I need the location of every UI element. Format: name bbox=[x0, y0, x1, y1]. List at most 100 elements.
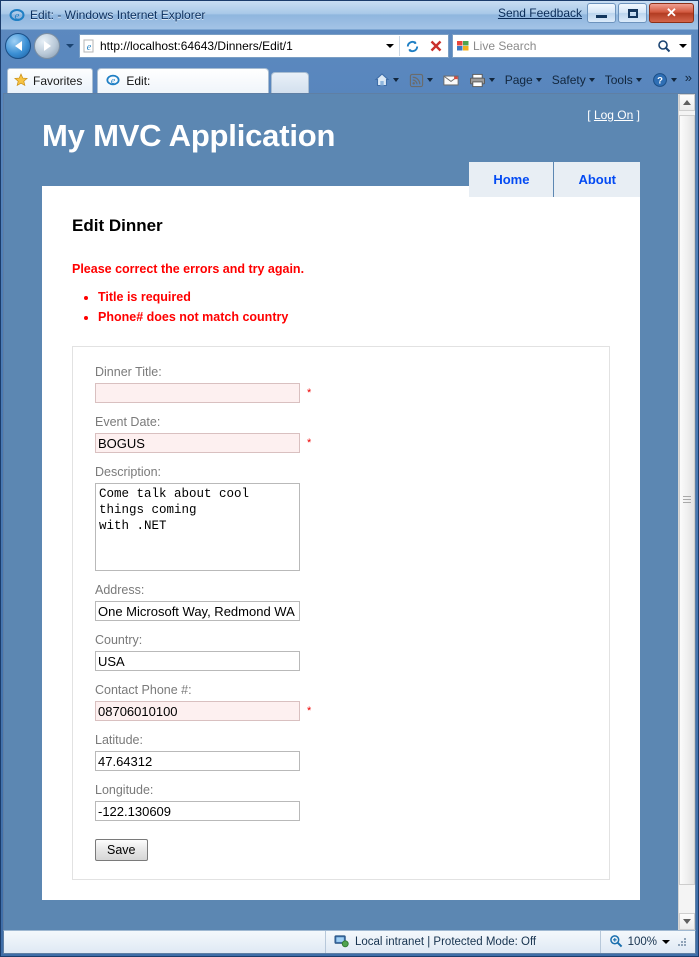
input-event-date[interactable] bbox=[95, 433, 300, 453]
field-dinner-title: Dinner Title: * bbox=[95, 365, 595, 403]
home-dropdown-icon bbox=[392, 78, 399, 82]
zoom-dropdown-icon[interactable] bbox=[662, 940, 670, 944]
feed-icon bbox=[409, 73, 423, 87]
search-icon[interactable] bbox=[653, 39, 675, 53]
address-bar[interactable]: e http://localhost:64643/Dinners/Edit/1 bbox=[79, 34, 449, 58]
tools-dropdown-icon bbox=[635, 78, 642, 82]
back-button[interactable] bbox=[5, 33, 31, 59]
main-menu: Home About bbox=[469, 162, 640, 197]
field-latitude: Latitude: bbox=[95, 733, 595, 771]
status-bar: Local intranet | Protected Mode: Off 100… bbox=[3, 930, 696, 954]
close-button[interactable]: ✕ bbox=[649, 3, 694, 23]
safety-menu[interactable]: Safety bbox=[548, 71, 599, 89]
security-zone-label: Local intranet | Protected Mode: Off bbox=[355, 936, 537, 948]
page-scrollbar[interactable] bbox=[678, 94, 695, 930]
security-zone-area[interactable]: Local intranet | Protected Mode: Off bbox=[326, 931, 601, 953]
menu-item-home[interactable]: Home bbox=[469, 162, 555, 197]
minimize-button[interactable] bbox=[587, 3, 616, 23]
label-country: Country: bbox=[95, 633, 143, 647]
svg-text:e: e bbox=[87, 42, 92, 53]
label-latitude: Latitude: bbox=[95, 733, 143, 747]
favorites-button[interactable]: Favorites bbox=[7, 68, 94, 93]
site-title: My MVC Application bbox=[42, 118, 336, 153]
field-contact-phone: Contact Phone #: * bbox=[95, 683, 595, 721]
validation-error-item: Phone# does not match country bbox=[98, 310, 610, 324]
validation-error-item: Title is required bbox=[98, 290, 610, 304]
search-provider-icon bbox=[453, 39, 473, 53]
input-longitude[interactable] bbox=[95, 801, 300, 821]
read-mail-button[interactable] bbox=[439, 72, 463, 89]
page-title: Edit Dinner bbox=[72, 216, 163, 235]
address-dropdown-icon[interactable] bbox=[381, 44, 399, 48]
window-controls: ✕ bbox=[587, 3, 694, 23]
input-contact-phone[interactable] bbox=[95, 701, 300, 721]
status-message-area bbox=[4, 931, 326, 953]
required-marker-icon: * bbox=[307, 704, 312, 717]
command-bar-items: Page Safety Tools ? » bbox=[370, 70, 694, 90]
required-marker-icon: * bbox=[307, 436, 312, 449]
label-contact-phone: Contact Phone #: bbox=[95, 683, 192, 697]
help-menu[interactable]: ? bbox=[648, 70, 681, 90]
forward-button[interactable] bbox=[34, 33, 60, 59]
help-dropdown-icon bbox=[670, 78, 677, 82]
home-button[interactable] bbox=[370, 70, 403, 90]
zoom-control[interactable]: 100% bbox=[601, 931, 695, 953]
page-dropdown-icon bbox=[535, 78, 542, 82]
validation-summary-message: Please correct the errors and try again. bbox=[72, 262, 305, 276]
validation-summary: Please correct the errors and try again.… bbox=[72, 262, 610, 324]
main-content: Edit Dinner Please correct the errors an… bbox=[42, 186, 640, 900]
logon-bracket-left: [ bbox=[587, 108, 591, 122]
resize-grip-icon[interactable] bbox=[675, 936, 689, 949]
input-latitude[interactable] bbox=[95, 751, 300, 771]
scrollbar-thumb[interactable] bbox=[679, 115, 695, 885]
tab-label: Edit: bbox=[126, 74, 151, 88]
logon-link[interactable]: Log On bbox=[594, 108, 633, 122]
input-country[interactable] bbox=[95, 651, 300, 671]
web-page: [ Log On ] My MVC Application Home About… bbox=[4, 94, 678, 930]
window-title: Edit: - Windows Internet Explorer bbox=[30, 8, 206, 22]
search-input[interactable]: Live Search bbox=[473, 39, 653, 53]
printer-icon bbox=[469, 73, 485, 87]
input-dinner-title[interactable] bbox=[95, 383, 300, 403]
refresh-button[interactable] bbox=[400, 39, 424, 54]
print-dropdown-icon bbox=[488, 78, 495, 82]
label-description: Description: bbox=[95, 465, 161, 479]
stop-button[interactable] bbox=[424, 39, 448, 53]
scrollbar-track[interactable] bbox=[679, 111, 695, 913]
label-address: Address: bbox=[95, 583, 145, 597]
command-bar: Favorites e Edit: Page Safety Tools ? » bbox=[1, 62, 698, 93]
field-description: Description: Come talk about cool things… bbox=[95, 465, 595, 571]
title-bar: e Edit: - Windows Internet Explorer Send… bbox=[1, 1, 698, 30]
search-dropdown-icon[interactable] bbox=[675, 44, 691, 48]
field-country: Country: bbox=[95, 633, 595, 671]
menu-item-about[interactable]: About bbox=[554, 162, 640, 197]
zoom-icon bbox=[609, 934, 623, 951]
mail-icon bbox=[443, 75, 459, 85]
maximize-button[interactable] bbox=[618, 3, 647, 23]
scroll-down-button[interactable] bbox=[679, 913, 695, 930]
arrow-up-icon bbox=[683, 100, 691, 105]
page-menu-label: Page bbox=[504, 73, 533, 87]
feeds-button[interactable] bbox=[405, 71, 437, 90]
site-header: [ Log On ] My MVC Application Home About bbox=[42, 94, 640, 197]
send-feedback-link[interactable]: Send Feedback bbox=[498, 6, 582, 20]
label-dinner-title: Dinner Title: bbox=[95, 365, 162, 379]
input-address[interactable] bbox=[95, 601, 300, 621]
svg-text:e: e bbox=[111, 75, 116, 86]
tab-edit[interactable]: e Edit: bbox=[97, 68, 270, 93]
safety-dropdown-icon bbox=[588, 78, 595, 82]
page-menu[interactable]: Page bbox=[501, 71, 546, 89]
overflow-chevrons-icon[interactable]: » bbox=[683, 70, 694, 85]
print-button[interactable] bbox=[465, 71, 499, 90]
page-viewport: [ Log On ] My MVC Application Home About… bbox=[3, 93, 696, 930]
save-button[interactable] bbox=[95, 839, 148, 861]
tools-menu[interactable]: Tools bbox=[601, 71, 646, 89]
dinner-form: Dinner Title: * Event Date: * bbox=[72, 346, 610, 880]
scroll-up-button[interactable] bbox=[679, 94, 695, 111]
input-description[interactable]: Come talk about cool things coming with … bbox=[95, 483, 300, 571]
address-url-text[interactable]: http://localhost:64643/Dinners/Edit/1 bbox=[98, 39, 381, 53]
recent-pages-dropdown-icon[interactable] bbox=[63, 33, 76, 59]
new-tab-button[interactable] bbox=[271, 72, 310, 93]
search-box[interactable]: Live Search bbox=[452, 34, 692, 58]
help-icon: ? bbox=[652, 73, 667, 87]
